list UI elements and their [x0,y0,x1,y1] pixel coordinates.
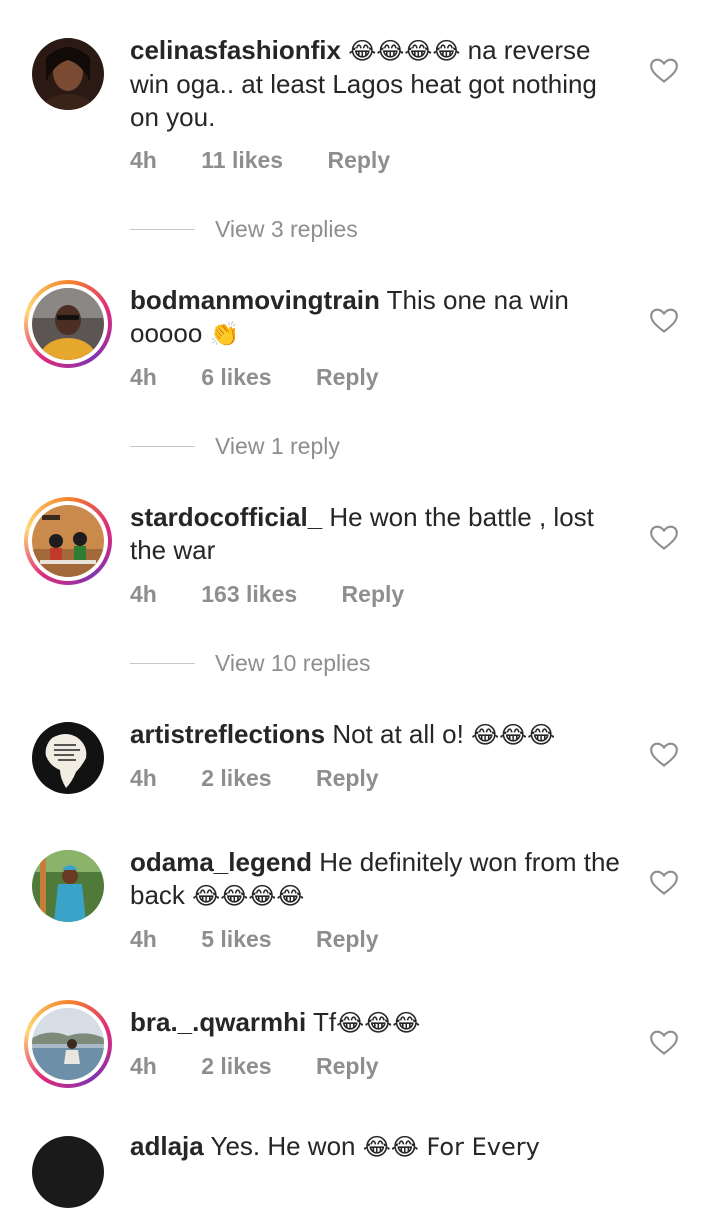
avatar[interactable] [24,280,112,368]
divider-line [130,445,195,447]
comment-username[interactable]: artistreflections [130,719,325,749]
view-replies-label: View 10 replies [215,649,371,676]
comment-username[interactable]: adlaja [130,1131,204,1161]
comment-emoji: 😂😂 For Every [362,1133,540,1161]
heart-outline-icon[interactable] [650,870,678,896]
comment-meta: 4h 2 likes Reply [130,765,379,792]
comment-text: bodmanmovingtrain This one na win ooooo … [130,284,630,351]
comment-likes[interactable]: 6 likes [201,364,271,391]
avatar-image [32,1136,104,1208]
comment-text: odama_legend He definitely won from the … [130,846,630,913]
reply-button[interactable]: Reply [316,1053,379,1080]
avatar-image [32,38,104,110]
avatar[interactable] [32,38,104,110]
view-replies-button[interactable]: View 10 replies [130,648,371,678]
avatar[interactable] [32,850,104,922]
comment-likes[interactable]: 11 likes [201,147,283,174]
comment-text: bra._.qwarmhi Tf😂😂😂 [130,1006,630,1040]
comment-emoji: 😂😂😂 [471,721,556,749]
comment-emoji: 😂😂😂 [336,1009,421,1037]
comment-time: 4h [130,147,157,173]
comment-meta: 4h 6 likes Reply [130,364,379,391]
reply-button[interactable]: Reply [316,926,379,953]
comment-meta: 4h 163 likes Reply [130,581,404,608]
divider-line [130,662,195,664]
avatar[interactable] [24,497,112,585]
view-replies-button[interactable]: View 1 reply [130,431,340,461]
comment-meta: 4h 11 likes Reply [130,147,390,174]
comment-username[interactable]: bodmanmovingtrain [130,285,380,315]
comment-meta: 4h 2 likes Reply [130,1053,379,1080]
comment-username[interactable]: celinasfashionfix [130,35,341,65]
avatar-image [32,288,104,360]
avatar-image [32,722,104,794]
view-replies-label: View 1 reply [215,432,340,459]
comment-time: 4h [130,1053,157,1079]
heart-outline-icon[interactable] [650,742,678,768]
reply-button[interactable]: Reply [327,147,390,174]
view-replies-label: View 3 replies [215,215,358,242]
heart-outline-icon[interactable] [650,1030,678,1056]
comment-likes[interactable]: 2 likes [201,1053,271,1080]
avatar-image [32,505,104,577]
comment-emoji: 😂😂😂😂 [192,882,305,910]
comment-likes[interactable]: 5 likes [201,926,271,953]
comment-body: Not at all o! [332,719,464,749]
avatar[interactable] [32,722,104,794]
heart-outline-icon[interactable] [650,525,678,551]
comment-text: adlaja Yes. He won 😂😂 For Every [130,1130,630,1164]
comment-likes[interactable]: 2 likes [201,765,271,792]
comment-username[interactable]: stardocofficial_ [130,502,322,532]
avatar-image [32,850,104,922]
heart-outline-icon[interactable] [650,308,678,334]
comment-username[interactable]: odama_legend [130,847,312,877]
comment-text: celinasfashionfix 😂😂😂😂 na reverse win og… [130,34,630,134]
avatar-ring [28,501,108,581]
avatar[interactable] [32,1136,104,1208]
comment-time: 4h [130,364,157,390]
comment-emoji: 😂😂😂😂 [348,37,461,65]
avatar[interactable] [24,1000,112,1088]
reply-button[interactable]: Reply [342,581,405,608]
heart-outline-icon[interactable] [650,58,678,84]
view-replies-button[interactable]: View 3 replies [130,214,358,244]
comment-time: 4h [130,926,157,952]
comment-emoji: 👏 [209,320,240,348]
comment-body: Tf [313,1007,337,1037]
avatar-image [32,1008,104,1080]
divider-line [130,228,195,230]
comment-likes[interactable]: 163 likes [201,581,297,608]
avatar-ring [28,284,108,364]
avatar-ring [28,1004,108,1084]
reply-button[interactable]: Reply [316,364,379,391]
comment-time: 4h [130,581,157,607]
comment-text: stardocofficial_ He won the battle , los… [130,501,630,567]
comment-time: 4h [130,765,157,791]
reply-button[interactable]: Reply [316,765,379,792]
comment-meta: 4h 5 likes Reply [130,926,379,953]
comment-body: Yes. He won [210,1131,356,1161]
comment-username[interactable]: bra._.qwarmhi [130,1007,306,1037]
comment-text: artistreflections Not at all o! 😂😂😂 [130,718,630,752]
